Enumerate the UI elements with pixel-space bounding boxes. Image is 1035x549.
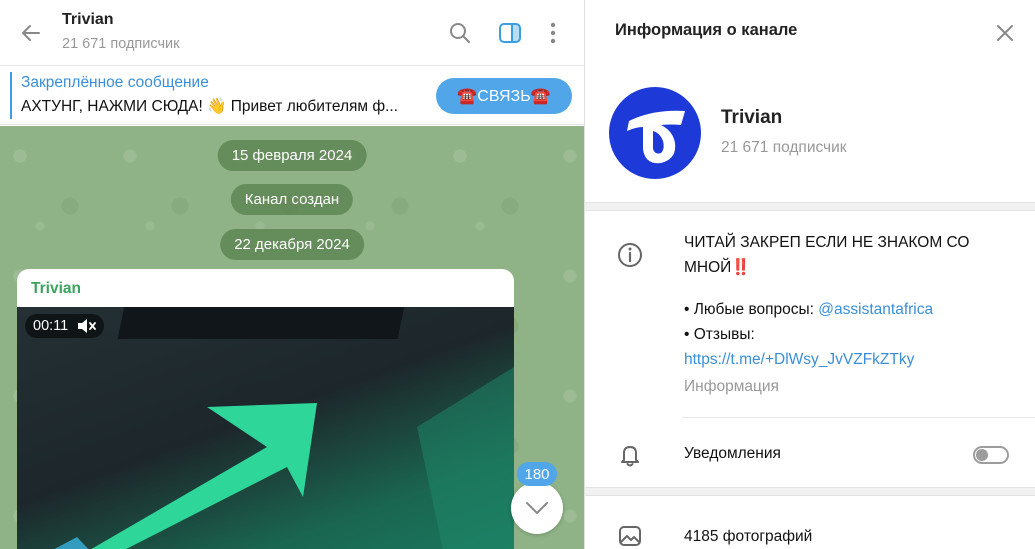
- video-time: 00:11: [33, 318, 69, 334]
- panel-title: Информация о канале: [615, 21, 798, 39]
- close-icon: [997, 25, 1013, 41]
- chat-subscriber-count: 21 671 подписчик: [62, 36, 180, 52]
- channel-avatar[interactable]: [609, 87, 701, 179]
- description-line: ЧИТАЙ ЗАКРЕП ЕСЛИ НЕ ЗНАКОМ СО: [684, 234, 970, 251]
- section-divider: [585, 202, 1035, 211]
- message-bubble[interactable]: Trivian 00:11: [17, 269, 514, 549]
- chat-history[interactable]: 15 февраля 2024 Канал создан 22 декабря …: [0, 126, 584, 549]
- row-divider: [682, 417, 1035, 418]
- sidebar-toggle-button[interactable]: [495, 18, 525, 48]
- bell-icon: [621, 446, 639, 467]
- notifications-toggle[interactable]: [973, 446, 1009, 464]
- info-icon: [618, 243, 642, 267]
- description-caption: Информация: [684, 378, 779, 395]
- search-icon: [450, 23, 470, 43]
- unread-count-badge: 180: [517, 462, 557, 486]
- description-line: МНОЙ‼️: [684, 259, 751, 276]
- photo-icon: [619, 526, 641, 546]
- questions-prefix: • Любые вопросы:: [684, 301, 819, 318]
- video-timer: 00:11: [25, 314, 105, 338]
- search-button[interactable]: [445, 18, 475, 48]
- more-options-button[interactable]: [538, 18, 568, 48]
- photos-count[interactable]: 4185 фотографий: [684, 528, 812, 546]
- channel-subscriber-count: 21 671 подписчик: [721, 139, 847, 156]
- pinned-text: АХТУНГ, НАЖМИ СЮДА! 👋 Привет любителям ф…: [21, 98, 399, 115]
- chat-header: Trivian 21 671 подписчик: [0, 0, 584, 66]
- reviews-label: • Отзывы:: [684, 326, 755, 343]
- reviews-link[interactable]: https://t.me/+DlWsy_JvVZFkZTky: [684, 347, 1004, 372]
- description-questions-line: • Любые вопросы: @assistantafrica: [684, 297, 1004, 322]
- chat-pane: Trivian 21 671 подписчик Закреплённое со…: [0, 0, 584, 549]
- channel-description[interactable]: ЧИТАЙ ЗАКРЕП ЕСЛИ НЕ ЗНАКОМ СО МНОЙ‼️ • …: [684, 230, 1004, 372]
- pinned-title: Закреплённое сообщение: [21, 74, 209, 91]
- message-author[interactable]: Trivian: [31, 280, 81, 298]
- pinned-contact-button[interactable]: ☎️СВЯЗЬ☎️: [436, 78, 572, 114]
- chevron-down-icon: [526, 502, 548, 514]
- date-separator: 15 февраля 2024: [217, 140, 367, 171]
- channel-name: Trivian: [721, 107, 783, 128]
- service-message: Канал создан: [230, 184, 354, 215]
- assistant-mention-link[interactable]: @assistantafrica: [818, 301, 933, 318]
- close-button[interactable]: [990, 18, 1020, 48]
- video-player[interactable]: 00:11: [17, 307, 514, 549]
- channel-logo-icon: [627, 110, 685, 164]
- sidebar-toggle-icon: [499, 23, 521, 43]
- channel-info-panel: Информация о канале Trivian 21 671 подпи…: [584, 0, 1035, 549]
- pinned-message[interactable]: Закреплённое сообщение АХТУНГ, НАЖМИ СЮД…: [0, 67, 584, 125]
- notifications-label: Уведомления: [684, 445, 781, 462]
- video-arrow-graphic: [54, 367, 514, 549]
- chat-title[interactable]: Trivian: [62, 11, 114, 29]
- date-separator: 22 декабря 2024: [220, 229, 364, 260]
- pinned-accent-bar: [10, 72, 12, 119]
- section-divider: [585, 487, 1035, 496]
- back-button[interactable]: [14, 16, 48, 50]
- mute-icon[interactable]: [76, 317, 97, 335]
- more-vertical-icon: [550, 22, 556, 44]
- description-blank-line: [684, 280, 1004, 297]
- toggle-knob: [976, 449, 988, 461]
- back-arrow-icon: [22, 25, 40, 41]
- scroll-to-bottom-button[interactable]: [511, 482, 563, 534]
